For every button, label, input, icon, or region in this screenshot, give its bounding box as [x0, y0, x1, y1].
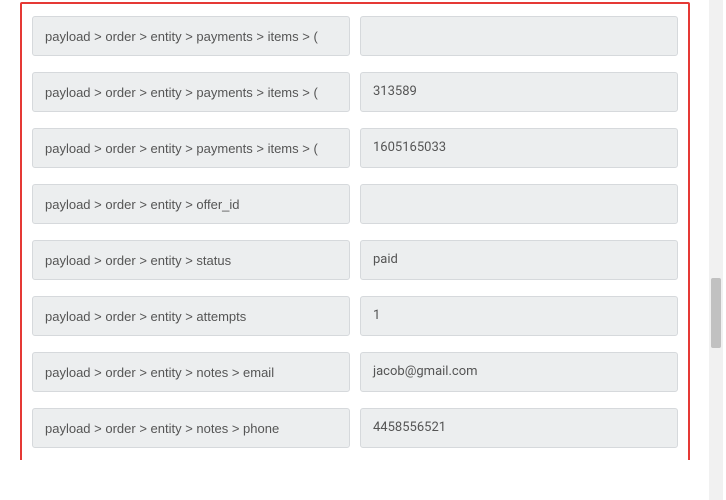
- field-key-input: [32, 16, 350, 56]
- field-row: [32, 296, 678, 340]
- field-value-input[interactable]: [360, 296, 678, 336]
- field-value-input[interactable]: [360, 408, 678, 448]
- field-value-input[interactable]: [360, 72, 678, 112]
- field-value-input[interactable]: [360, 240, 678, 280]
- field-key-input: [32, 184, 350, 224]
- field-key-input: [32, 72, 350, 112]
- field-value-input[interactable]: [360, 184, 678, 224]
- field-row: [32, 72, 678, 116]
- page-scrollbar-thumb[interactable]: [711, 278, 721, 348]
- field-key-input: [32, 128, 350, 168]
- field-row: [32, 240, 678, 284]
- field-row: [32, 408, 678, 452]
- fields-highlight-box: [20, 2, 690, 460]
- field-row: [32, 16, 678, 60]
- field-row: [32, 128, 678, 172]
- field-key-input: [32, 408, 350, 448]
- field-key-input: [32, 240, 350, 280]
- field-key-input: [32, 352, 350, 392]
- form-scroll-area[interactable]: Save: [0, 0, 700, 460]
- field-value-input[interactable]: [360, 128, 678, 168]
- page-scrollbar[interactable]: [709, 0, 723, 500]
- field-value-input[interactable]: [360, 352, 678, 392]
- field-value-input[interactable]: [360, 16, 678, 56]
- field-row: [32, 184, 678, 228]
- field-key-input: [32, 296, 350, 336]
- field-row: [32, 352, 678, 396]
